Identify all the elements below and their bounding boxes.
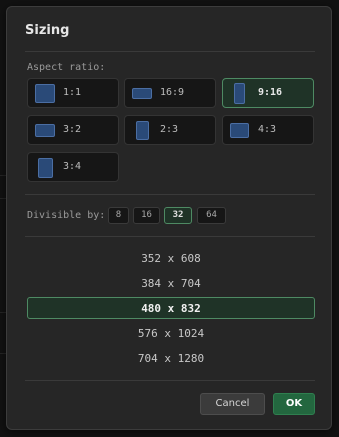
portrait-ratio-icon bbox=[136, 121, 149, 140]
aspect-option-label: 9:16 bbox=[258, 87, 283, 98]
aspect-option-16-9[interactable]: 16:9 bbox=[124, 78, 216, 108]
aspect-option-2-3[interactable]: 2:3 bbox=[124, 115, 216, 145]
portrait-ratio-icon bbox=[38, 158, 53, 178]
aspect-option-label: 3:2 bbox=[63, 124, 82, 135]
title-divider bbox=[25, 51, 315, 52]
aspect-option-4-3[interactable]: 4:3 bbox=[222, 115, 314, 145]
sizing-dialog: Sizing Aspect ratio: 1:1 16:9 9:16 3:2 2… bbox=[6, 6, 332, 430]
divisible-option-8[interactable]: 8 bbox=[108, 207, 129, 224]
sizes-divider bbox=[25, 380, 315, 381]
size-option[interactable]: 352 x 608 bbox=[27, 247, 315, 269]
ok-button[interactable]: OK bbox=[273, 393, 315, 415]
size-option[interactable]: 384 x 704 bbox=[27, 272, 315, 294]
divisible-divider bbox=[25, 236, 315, 237]
size-option[interactable]: 576 x 1024 bbox=[27, 322, 315, 344]
cancel-button[interactable]: Cancel bbox=[200, 393, 265, 415]
aspect-option-1-1[interactable]: 1:1 bbox=[27, 78, 119, 108]
landscape-ratio-icon bbox=[35, 124, 55, 137]
aspect-option-3-4[interactable]: 3:4 bbox=[27, 152, 119, 182]
size-option[interactable]: 704 x 1280 bbox=[27, 347, 315, 369]
portrait-tall-ratio-icon bbox=[234, 83, 245, 104]
aspect-option-label: 1:1 bbox=[63, 87, 82, 98]
aspect-option-9-16[interactable]: 9:16 bbox=[222, 78, 314, 108]
dialog-title: Sizing bbox=[25, 23, 70, 38]
divisible-option-64[interactable]: 64 bbox=[197, 207, 226, 224]
aspect-option-label: 3:4 bbox=[63, 161, 82, 172]
divisible-option-16[interactable]: 16 bbox=[133, 207, 160, 224]
divisible-by-label: Divisible by: bbox=[27, 210, 106, 221]
size-option-selected[interactable]: 480 x 832 bbox=[27, 297, 315, 319]
aspect-option-3-2[interactable]: 3:2 bbox=[27, 115, 119, 145]
aspect-divider bbox=[25, 194, 315, 195]
landscape-wide-ratio-icon bbox=[132, 88, 152, 99]
aspect-option-label: 4:3 bbox=[258, 124, 277, 135]
aspect-option-label: 16:9 bbox=[160, 87, 185, 98]
aspect-ratio-label: Aspect ratio: bbox=[27, 62, 106, 73]
aspect-option-label: 2:3 bbox=[160, 124, 179, 135]
divisible-option-32[interactable]: 32 bbox=[164, 207, 192, 224]
landscape-ratio-icon bbox=[230, 123, 249, 138]
square-ratio-icon bbox=[35, 84, 55, 103]
